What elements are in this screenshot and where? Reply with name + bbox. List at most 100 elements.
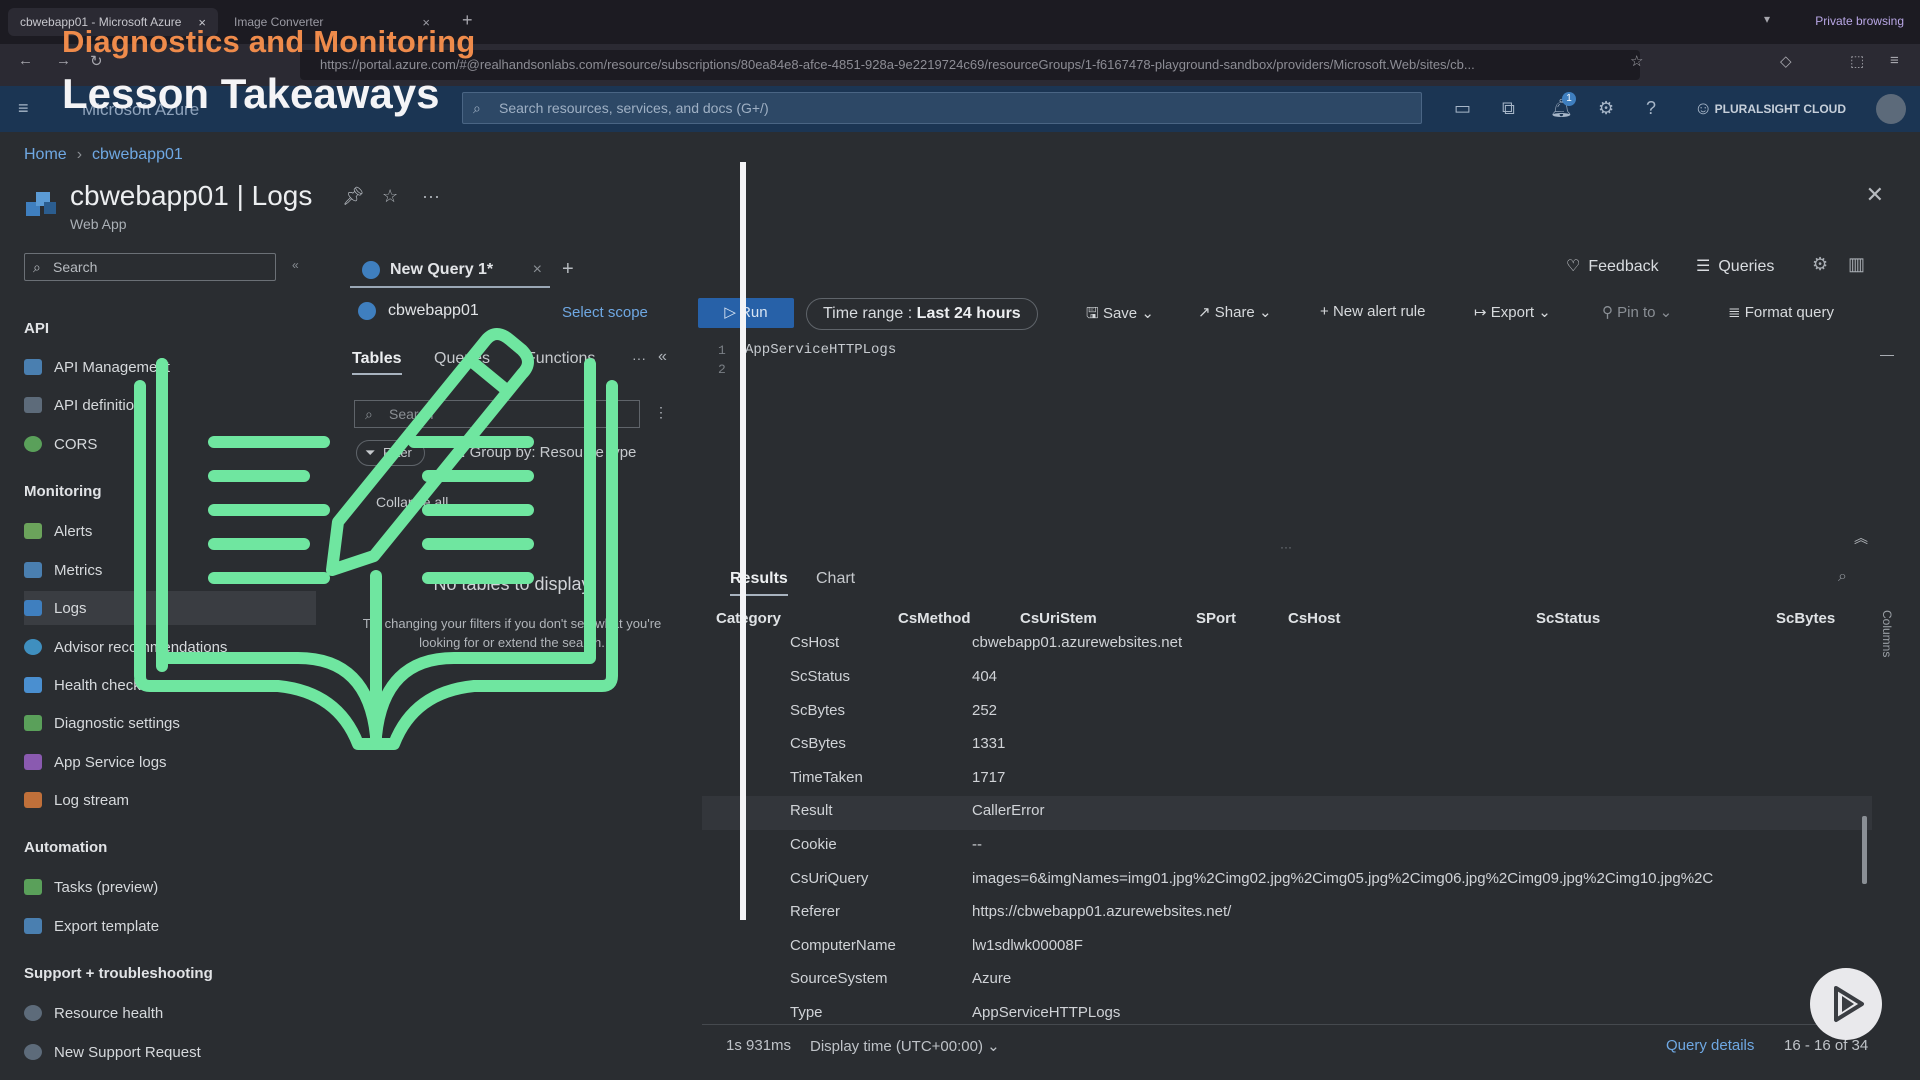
time-range-picker[interactable]: Time range : Last 24 hours <box>806 298 1038 330</box>
column-header[interactable]: Category <box>716 610 781 627</box>
collapse-panel-icon[interactable]: « <box>658 348 667 366</box>
queries-label: Queries <box>1718 258 1775 275</box>
display-time-label: Display time (UTC+00:00) <box>810 1038 983 1055</box>
log-stream-icon <box>24 792 42 808</box>
save-icon: 🖫︎ <box>1086 305 1103 322</box>
back-icon[interactable]: ← <box>18 52 33 69</box>
extensions-icon[interactable]: ⬚ <box>1850 52 1864 70</box>
tab-results[interactable]: Results <box>730 570 788 596</box>
url-bar[interactable]: https://portal.azure.com/#@realhandsonla… <box>300 50 1640 80</box>
select-scope-link[interactable]: Select scope <box>562 304 648 321</box>
feedback-label: Feedback <box>1588 258 1659 275</box>
share-button[interactable]: ↗ Share ⌄ <box>1198 303 1272 321</box>
menu-item-tasks-preview[interactable]: Tasks (preview) <box>24 870 316 904</box>
layout-icon[interactable]: ▥ <box>1848 254 1865 275</box>
metrics-icon <box>24 562 42 578</box>
hamburger-icon[interactable]: ≡ <box>18 98 29 119</box>
detail-key: TimeTaken <box>790 769 863 786</box>
column-header[interactable]: SPort <box>1196 610 1236 627</box>
menu-item-label: New Support Request <box>54 1043 201 1061</box>
logs-icon <box>24 600 42 616</box>
chevron-up-icon[interactable]: ︽ <box>1854 528 1868 548</box>
menu-search-input[interactable]: ⌕ Search <box>24 253 276 281</box>
tab-chart[interactable]: Chart <box>816 570 855 588</box>
share-icon: ↗ <box>1198 304 1215 321</box>
close-icon[interactable]: ✕ <box>1866 182 1884 208</box>
search-icon: ⌕ <box>33 259 41 275</box>
minimize-icon[interactable]: — <box>1880 346 1894 362</box>
tasks-icon <box>24 879 42 895</box>
display-time-dropdown[interactable]: Display time (UTC+00:00) ⌄ <box>810 1037 1000 1055</box>
query-editor-line-1[interactable]: AppServiceHTTPLogs <box>745 342 896 358</box>
tab-new-query-1[interactable]: New Query 1* × <box>350 254 550 288</box>
pocket-icon[interactable]: ◇ <box>1780 52 1792 70</box>
account-name[interactable]: PLURALSIGHT CLOUD <box>1715 102 1846 116</box>
menu-item-label: Export template <box>54 917 160 935</box>
close-icon[interactable]: × <box>533 261 542 279</box>
menu-item-log-stream[interactable]: Log stream <box>24 783 316 817</box>
detail-key: CsBytes <box>790 735 846 752</box>
page-title: cbwebapp01 | Logs <box>70 180 313 211</box>
vertical-more-icon[interactable]: ⋮ <box>654 404 668 421</box>
menu-item-label: Tasks (preview) <box>54 878 159 896</box>
chevron-down-icon[interactable]: ▾ <box>1764 12 1770 26</box>
help-icon[interactable]: ? <box>1646 98 1656 119</box>
search-icon[interactable]: ⌕ <box>1838 568 1847 586</box>
web-app-icon <box>26 192 56 216</box>
detail-key: CsUriQuery <box>790 870 869 887</box>
column-header[interactable]: CsUriStem <box>1020 610 1097 627</box>
search-placeholder: Search <box>53 259 98 275</box>
drag-handle-icon[interactable]: ··· <box>1280 540 1292 554</box>
menu-item-label: Log stream <box>54 791 130 809</box>
export-label: Export <box>1490 304 1535 321</box>
detail-value[interactable]: https://cbwebapp01.azurewebsites.net/ <box>972 903 1231 920</box>
run-button[interactable]: ▷ Run <box>698 298 794 328</box>
search-icon: ⌕ <box>473 100 481 116</box>
collapse-menu-icon[interactable]: « <box>292 258 299 272</box>
azure-search-input[interactable]: ⌕ Search resources, services, and docs (… <box>462 92 1422 124</box>
detail-value: 1331 <box>972 735 1006 752</box>
menu-item-export-template[interactable]: Export template <box>24 909 316 943</box>
api-definition-icon <box>24 397 42 413</box>
pin-icon[interactable]: 📌︎ <box>342 186 365 207</box>
settings-gear-icon[interactable]: ⚙ <box>1598 98 1614 119</box>
settings-gear-icon[interactable]: ⚙ <box>1812 254 1828 275</box>
more-options-icon[interactable]: ··· <box>422 186 440 207</box>
results-scrollbar[interactable] <box>1862 816 1867 884</box>
save-button[interactable]: 🖫︎ Save ⌄ <box>1086 303 1154 328</box>
columns-side-panel[interactable]: Columns <box>1874 610 1894 690</box>
resource-type: Web App <box>70 216 127 232</box>
bookmark-star-icon[interactable]: ☆ <box>1630 52 1643 70</box>
format-query-button[interactable]: ≣ Format query <box>1728 303 1834 321</box>
column-header[interactable]: CsHost <box>1288 610 1341 627</box>
feedback-button[interactable]: ♡ Feedback <box>1566 256 1659 276</box>
directory-icon[interactable]: ⧉ <box>1502 98 1515 119</box>
search-placeholder: Search resources, services, and docs (G+… <box>499 100 769 116</box>
menu-item-new-support-request[interactable]: New Support Request <box>24 1035 316 1069</box>
new-alert-rule-button[interactable]: + New alert rule <box>1320 303 1425 320</box>
detail-key: Cookie <box>790 836 837 853</box>
breadcrumb-home[interactable]: Home <box>24 146 67 163</box>
heart-icon <box>24 1005 42 1021</box>
column-header[interactable]: ScStatus <box>1536 610 1600 627</box>
add-tab-icon[interactable]: + <box>562 258 574 281</box>
globe-icon <box>358 302 376 320</box>
queries-button[interactable]: ☰ Queries <box>1696 256 1774 276</box>
pin-to-button[interactable]: ⚲ Pin to ⌄ <box>1602 303 1672 321</box>
menu-item-label: Metrics <box>54 561 103 579</box>
breadcrumb-resource[interactable]: cbwebapp01 <box>92 146 183 163</box>
detail-value: 1717 <box>972 769 1006 786</box>
menu-section-support: Support + troubleshooting <box>24 965 213 982</box>
menu-item-resource-health[interactable]: Resource health <box>24 996 316 1030</box>
feedback-icon[interactable]: ☺ <box>1694 98 1712 119</box>
export-button[interactable]: ↦ Export ⌄ <box>1474 303 1551 321</box>
favorite-star-icon[interactable]: ☆ <box>382 186 398 207</box>
avatar[interactable] <box>1876 94 1906 124</box>
query-details-link[interactable]: Query details <box>1666 1037 1754 1054</box>
play-button[interactable] <box>1810 968 1882 1040</box>
column-header[interactable]: CsMethod <box>898 610 971 627</box>
menu-icon[interactable]: ≡ <box>1890 52 1899 69</box>
cloud-shell-icon[interactable]: ▭ <box>1454 98 1471 119</box>
column-header[interactable]: ScBytes <box>1776 610 1835 627</box>
tab-label: New Query 1* <box>390 261 494 278</box>
